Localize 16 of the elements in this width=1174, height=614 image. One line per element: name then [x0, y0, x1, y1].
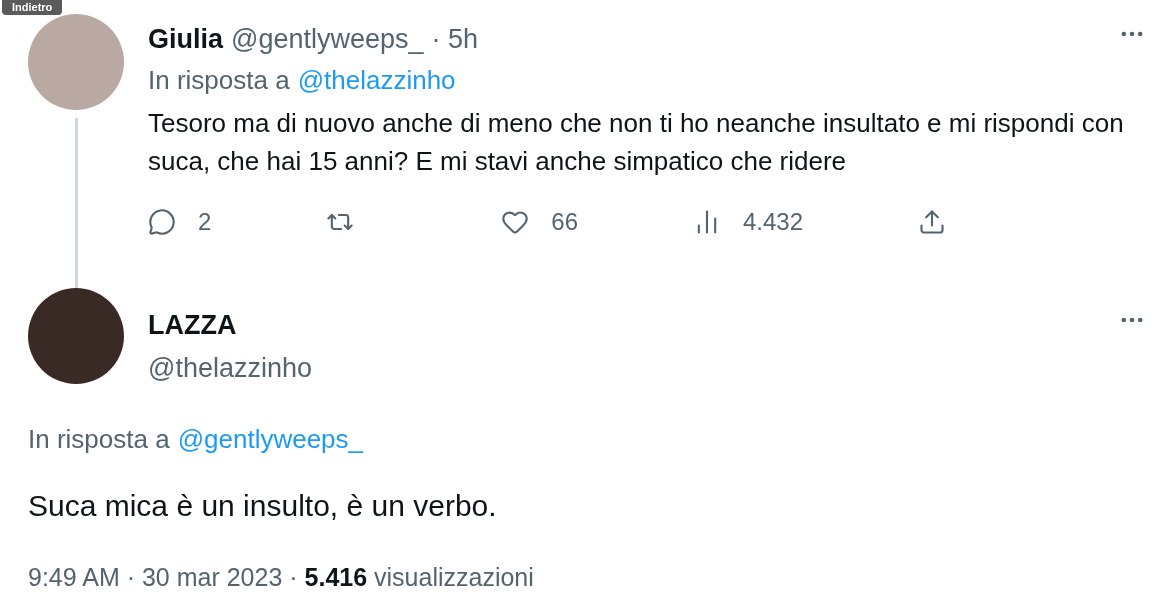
user-handle: @gentlyweeps_: [231, 24, 424, 55]
share-icon[interactable]: [918, 208, 946, 236]
user-handle: @thelazzinho: [148, 353, 313, 384]
user-name[interactable]: Giulia: [148, 24, 223, 55]
post-time: · 5h: [431, 24, 479, 55]
action-count: 2: [198, 208, 212, 236]
action-count: 4.432: [742, 208, 804, 236]
reply-label: In risposta a: [148, 65, 290, 96]
tooltip: Indietro: [2, 0, 63, 15]
reply-icon[interactable]: [148, 208, 176, 236]
reply-label: In risposta a: [28, 424, 170, 455]
action-count: 66: [551, 208, 578, 236]
tweet-meta: 9:49 AM · 30 mar 2023 · 5.416 visualizzazioni: [28, 563, 535, 592]
user-name[interactable]: LAZZA: [148, 310, 237, 341]
tweet-text: Tesoro ma di nuovo anche di meno che non ti ho neanche insultato e mi rispondi con suca, che hai 15 anni? E mi stavi anche simpatico che ridere: [148, 107, 1125, 178]
tweet-text: Suca mica è un insulto, è un verbo.: [28, 489, 498, 523]
